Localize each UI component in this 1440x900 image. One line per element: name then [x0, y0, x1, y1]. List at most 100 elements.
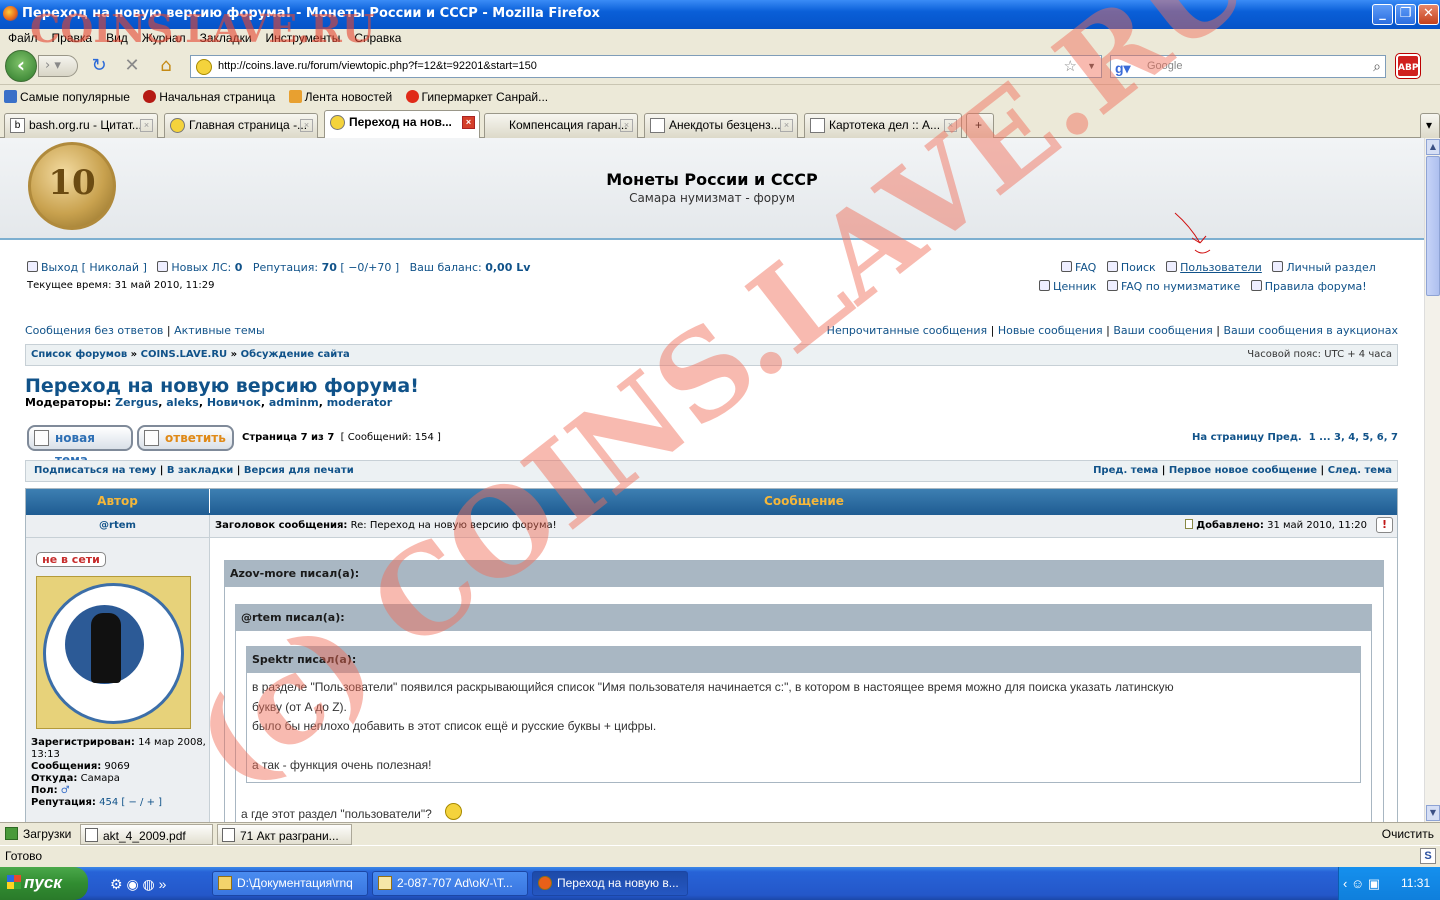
unanswered-link[interactable]: Сообщения без ответов — [25, 324, 163, 337]
close-tab-icon[interactable]: × — [462, 116, 475, 129]
start-button[interactable]: пуск — [0, 867, 88, 900]
page-link[interactable]: 4 — [1348, 432, 1355, 443]
page-link[interactable]: 5 — [1363, 432, 1370, 443]
home-icon[interactable]: ⌂ — [155, 56, 177, 78]
new-posts-link[interactable]: Новые сообщения — [998, 324, 1103, 337]
close-tab-icon[interactable]: × — [140, 119, 153, 132]
page-link[interactable]: 1 — [1309, 432, 1316, 443]
your-posts-link[interactable]: Ваши сообщения — [1113, 324, 1212, 337]
topic-title[interactable]: Переход на новую версию форума! — [25, 375, 419, 397]
skype-icon[interactable]: S — [1420, 848, 1436, 864]
tab-cases[interactable]: Картотека дел :: А... × — [804, 113, 962, 138]
forward-button[interactable]: › ▾ — [38, 55, 78, 77]
prev-page-link[interactable]: Пред. — [1268, 432, 1302, 443]
moderator-link[interactable]: Новичок — [207, 396, 261, 409]
unread-link[interactable]: Непрочитанные сообщения — [827, 324, 987, 337]
new-tab-button[interactable]: + — [966, 113, 994, 138]
url-bar[interactable]: http://coins.lave.ru/forum/viewtopic.php… — [190, 55, 1102, 78]
downloads-label[interactable]: Загрузки — [5, 823, 71, 845]
bookmark-topic-link[interactable]: В закладки — [167, 465, 233, 476]
bookmark-item[interactable]: Лента новостей — [288, 86, 392, 108]
reply-button[interactable]: ответить — [137, 425, 234, 451]
taskbar-item-firefox[interactable]: Переход на новую в... — [532, 871, 688, 896]
menu-history[interactable]: Журнал — [134, 29, 192, 47]
prev-topic-link[interactable]: Пред. тема — [1093, 465, 1158, 476]
minimize-button[interactable]: _ — [1372, 4, 1393, 25]
taskbar-item-folder[interactable]: D:\Документация\rnq — [212, 871, 368, 896]
taskbar-item-mail[interactable]: 2-087-707 Ad\оК/-\Т... — [372, 871, 528, 896]
bookmark-item[interactable]: Начальная страница — [143, 86, 275, 108]
adblock-icon[interactable]: ABP — [1396, 54, 1420, 78]
tab-bash[interactable]: b bash.org.ru - Цитат... × — [4, 113, 158, 138]
rules-link[interactable]: Правила форума! — [1265, 280, 1367, 293]
auction-posts-link[interactable]: Ваши сообщения в аукционах — [1223, 324, 1398, 337]
report-icon[interactable]: ! — [1376, 517, 1393, 533]
scroll-up-icon[interactable]: ▲ — [1426, 139, 1440, 155]
close-tab-icon[interactable]: × — [620, 119, 633, 132]
tab-compensation[interactable]: Компенсация гаран... × — [484, 113, 638, 138]
close-tab-icon[interactable]: × — [780, 119, 793, 132]
quicklaunch-icons[interactable]: ⚙ ◉ ◍ » — [110, 876, 166, 893]
forum-category-link[interactable]: COINS.LAVE.RU — [141, 349, 228, 360]
ucp-link[interactable]: Личный раздел — [1286, 261, 1375, 274]
search-link[interactable]: Поиск — [1121, 261, 1156, 274]
tray-icons[interactable]: ‹ ☺ ▣ — [1343, 867, 1380, 900]
maximize-button[interactable]: ❐ — [1395, 4, 1416, 25]
pm-link[interactable]: Новых ЛС: 0 — [171, 261, 242, 274]
close-tab-icon[interactable]: × — [944, 119, 957, 132]
menu-file[interactable]: Файл — [0, 29, 44, 47]
download-item[interactable]: 71 Акт разграни... — [217, 824, 352, 845]
search-input[interactable]: g▾ Google ⌕ — [1110, 55, 1386, 78]
close-tab-icon[interactable]: × — [300, 119, 313, 132]
clock[interactable]: 11:31 — [1401, 876, 1430, 890]
tab-list-button[interactable]: ▾ — [1420, 113, 1440, 138]
logout-link[interactable]: Выход [ Николай ] — [41, 261, 147, 274]
subscribe-link[interactable]: Подписаться на тему — [34, 465, 156, 476]
moderator-link[interactable]: Zergus — [115, 396, 158, 409]
faq-numismatics-link[interactable]: FAQ по нумизматике — [1121, 280, 1240, 293]
menu-edit[interactable]: Правка — [44, 29, 99, 47]
reputation-controls[interactable]: [ − / + ] — [121, 797, 162, 808]
window-titlebar[interactable]: Переход на новую версию форума! - Монеты… — [0, 0, 1440, 29]
search-icon[interactable]: ⌕ — [1373, 56, 1381, 77]
bookmark-item[interactable]: Самые популярные — [4, 86, 130, 108]
bookmark-star-icon[interactable]: ☆ — [1064, 56, 1077, 77]
menu-bookmarks[interactable]: Закладки — [192, 29, 258, 47]
url-dropdown-icon[interactable]: ▼ — [1087, 56, 1096, 77]
forum-index-link[interactable]: Список форумов — [31, 349, 127, 360]
prices-link[interactable]: Ценник — [1053, 280, 1096, 293]
clear-downloads-button[interactable]: Очистить — [1382, 823, 1434, 845]
menu-view[interactable]: Вид — [98, 29, 134, 47]
google-icon[interactable]: g▾ — [1115, 58, 1131, 79]
scroll-down-icon[interactable]: ▼ — [1426, 805, 1440, 821]
download-item[interactable]: akt_4_2009.pdf — [80, 824, 213, 845]
close-button[interactable]: ✕ — [1418, 4, 1439, 25]
page-link[interactable]: 3 — [1334, 432, 1341, 443]
vertical-scrollbar[interactable]: ▲ ▼ — [1424, 138, 1440, 822]
menu-tools[interactable]: Инструменты — [258, 29, 347, 47]
faq-link[interactable]: FAQ — [1075, 261, 1096, 274]
moderator-link[interactable]: moderator — [327, 396, 392, 409]
forum-section-link[interactable]: Обсуждение сайта — [241, 349, 350, 360]
menu-help[interactable]: Справка — [346, 29, 407, 47]
back-button[interactable]: ‹ — [5, 50, 37, 82]
page-link[interactable]: 6 — [1377, 432, 1384, 443]
post-author-link[interactable]: @rtem — [99, 520, 136, 531]
moderator-link[interactable]: aleks — [166, 396, 199, 409]
print-link[interactable]: Версия для печати — [244, 465, 354, 476]
active-topics-link[interactable]: Активные темы — [174, 324, 265, 337]
page-link[interactable]: 7 — [1391, 432, 1398, 443]
reputation-link[interactable]: 454 — [99, 797, 118, 808]
new-topic-button[interactable]: новая тема — [27, 425, 133, 467]
next-topic-link[interactable]: След. тема — [1328, 465, 1392, 476]
stop-icon[interactable]: ✕ — [121, 56, 143, 78]
tab-main[interactable]: Главная страница -... × — [164, 113, 318, 138]
tab-forum[interactable]: Переход на нов... × — [324, 110, 480, 138]
first-unread-link[interactable]: Первое новое сообщение — [1169, 465, 1317, 476]
members-link[interactable]: Пользователи — [1180, 261, 1262, 274]
reload-icon[interactable]: ↻ — [88, 56, 110, 78]
bookmark-item[interactable]: Гипермаркет Санрай... — [405, 86, 548, 108]
tab-anecdotes[interactable]: Анекдоты безценз... × — [644, 113, 798, 138]
scroll-thumb[interactable] — [1426, 156, 1440, 296]
moderator-link[interactable]: adminm — [269, 396, 319, 409]
